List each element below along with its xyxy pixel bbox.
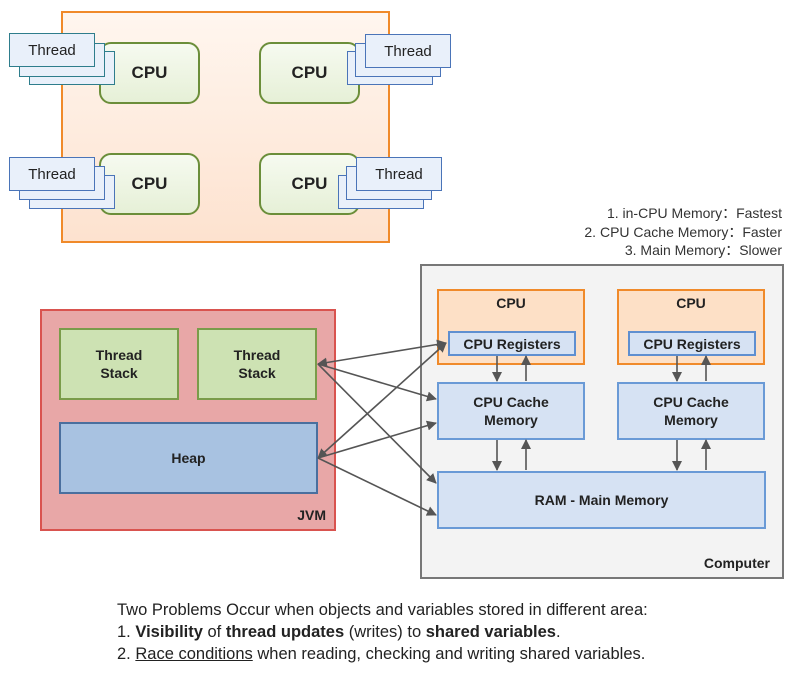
problem-2: 2. Race conditions when reading, checkin… xyxy=(117,643,648,665)
computer-label: Computer xyxy=(703,555,770,571)
thread-label: Thread xyxy=(28,41,76,59)
problem-number: 2. xyxy=(117,645,136,663)
emphasis-shared-variables: shared variables xyxy=(425,623,556,641)
notes-intro: Two Problems Occur when objects and vari… xyxy=(117,601,648,619)
heap-label: Heap xyxy=(171,450,206,466)
cache-label-line2: Memory xyxy=(484,412,538,428)
emphasis-thread-updates: thread updates xyxy=(225,623,345,641)
ram-label: RAM - Main Memory xyxy=(534,492,669,508)
cpu-label: CPU xyxy=(131,63,168,82)
stack-label-line2: Stack xyxy=(100,365,138,381)
cpu-label: CPU xyxy=(131,174,168,193)
cpu-core-2: CPU xyxy=(259,42,360,104)
text: of xyxy=(202,623,226,641)
cpu-registers-2: CPU Registers xyxy=(628,331,756,356)
legend-item: 1. in-CPU Memory：Fastest xyxy=(606,205,782,221)
memory-speed-legend: 1. in-CPU Memory：Fastest 2. CPU Cache Me… xyxy=(584,204,782,260)
text: when reading, checking and writing share… xyxy=(252,645,646,663)
cpu-registers-1: CPU Registers xyxy=(448,331,576,356)
ram-main-memory: RAM - Main Memory xyxy=(437,471,766,529)
cpu-label: CPU xyxy=(291,174,328,193)
thread-stack-1: Thread Stack xyxy=(59,328,179,400)
stack-label-line2: Stack xyxy=(238,365,276,381)
stack-label-line1: Thread xyxy=(95,347,143,363)
thread-card-4: Thread xyxy=(356,157,442,191)
legend-item: 3. Main Memory：Slower xyxy=(624,242,782,258)
thread-card-3: Thread xyxy=(9,157,95,191)
cpu-cache-2: CPU Cache Memory xyxy=(617,382,765,440)
cpu-label: CPU xyxy=(676,295,706,311)
emphasis-race-conditions: Race conditions xyxy=(135,645,253,663)
thread-stack-2: Thread Stack xyxy=(197,328,317,400)
cpu-cache-1: CPU Cache Memory xyxy=(437,382,585,440)
registers-label: CPU Registers xyxy=(463,335,561,352)
emphasis-visibility: Visibility xyxy=(135,623,203,641)
legend-item: 2. CPU Cache Memory：Faster xyxy=(584,223,782,240)
thread-label: Thread xyxy=(384,42,432,60)
cpu-label: CPU xyxy=(496,295,526,311)
problem-1: 1. Visibility of thread updates (writes)… xyxy=(117,621,648,643)
jvm-label: JVM xyxy=(297,507,326,523)
heap: Heap xyxy=(59,422,318,494)
text: . xyxy=(555,623,561,641)
registers-label: CPU Registers xyxy=(643,335,741,352)
cache-label-line2: Memory xyxy=(664,412,718,428)
cache-label-line1: CPU Cache xyxy=(473,394,549,410)
problem-number: 1. xyxy=(117,623,136,641)
cpu-label: CPU xyxy=(291,63,328,82)
cache-label-line1: CPU Cache xyxy=(653,394,729,410)
thread-label: Thread xyxy=(28,165,76,183)
problems-notes: Two Problems Occur when objects and vari… xyxy=(117,599,648,665)
thread-label: Thread xyxy=(375,165,423,183)
text: (writes) to xyxy=(344,623,426,641)
stack-label-line1: Thread xyxy=(233,347,281,363)
thread-card-1: Thread xyxy=(9,33,95,67)
thread-card-2: Thread xyxy=(365,34,451,68)
